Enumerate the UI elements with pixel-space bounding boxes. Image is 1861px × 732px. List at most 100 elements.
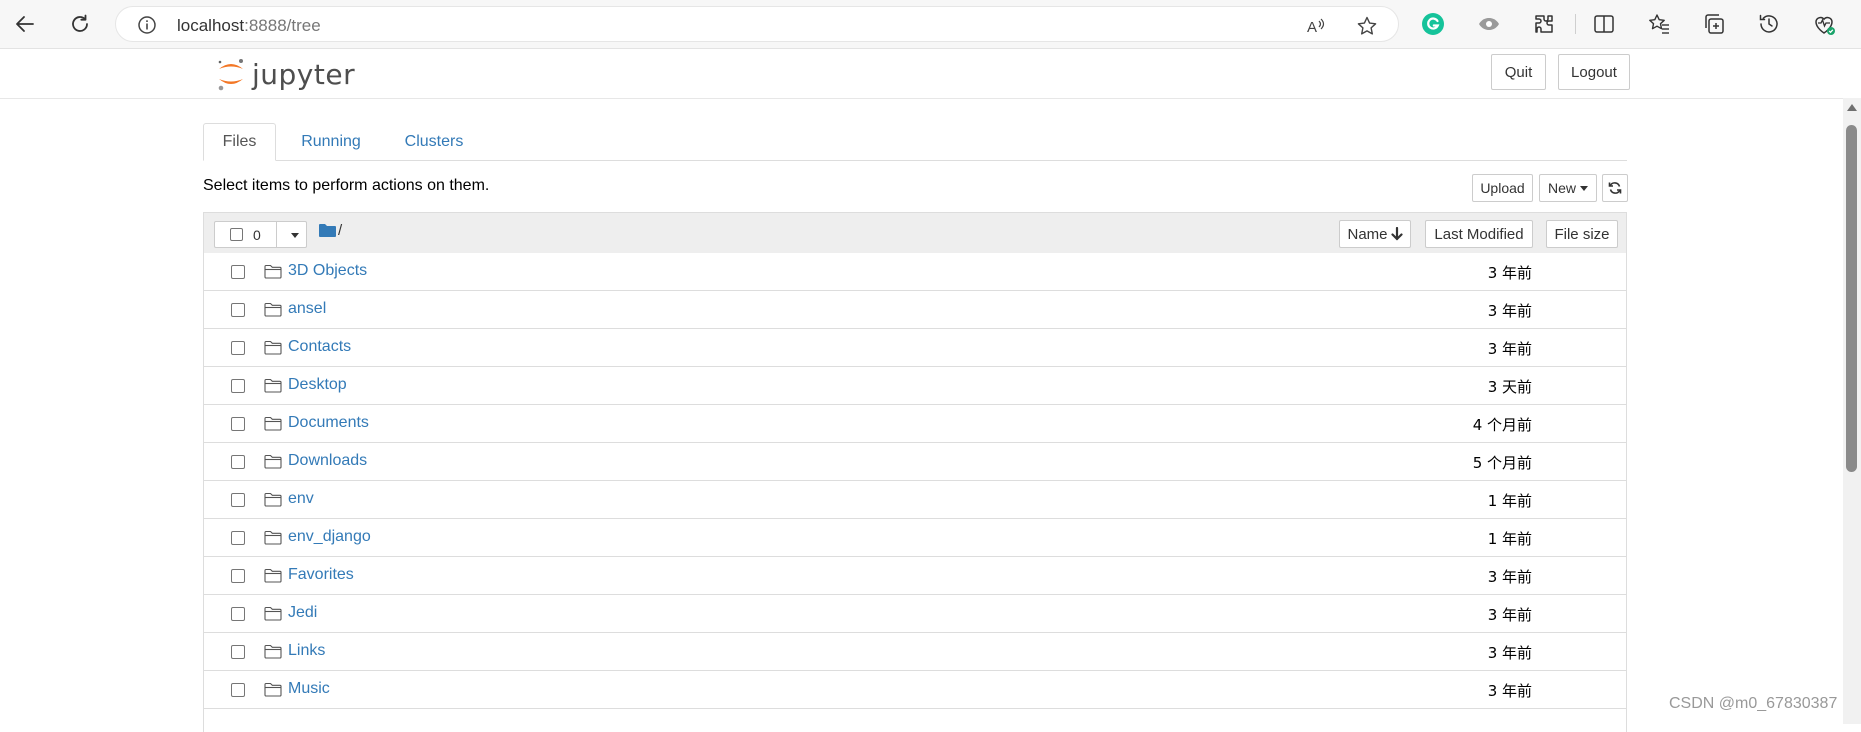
row-checkbox[interactable]	[231, 531, 245, 545]
logout-button[interactable]: Logout	[1558, 54, 1630, 90]
row-checkbox[interactable]	[231, 493, 245, 507]
folder-icon	[264, 682, 282, 697]
browser-toolbar: localhost:8888/tree A	[0, 0, 1861, 49]
folder-icon	[264, 340, 282, 355]
list-item[interactable]: ansel 3 年前	[204, 291, 1626, 329]
folder-icon	[264, 492, 282, 507]
refresh-button[interactable]	[63, 7, 97, 41]
list-header: 0 / Name Last Modified File size	[204, 213, 1626, 254]
item-last-modified: 3 年前	[1487, 644, 1532, 662]
item-name-link[interactable]: env_django	[288, 528, 371, 546]
row-checkbox[interactable]	[231, 265, 245, 279]
sort-by-last-modified-button[interactable]: Last Modified	[1425, 220, 1533, 248]
eye-extension-icon[interactable]	[1477, 12, 1501, 36]
list-item[interactable]: Documents 4 个月前	[204, 405, 1626, 443]
item-last-modified: 3 年前	[1487, 264, 1532, 282]
folder-icon	[264, 568, 282, 583]
new-dropdown-button[interactable]: New	[1539, 174, 1597, 202]
row-checkbox[interactable]	[231, 607, 245, 621]
name-sort-label: Name	[1347, 225, 1388, 243]
item-name-link[interactable]: Jedi	[288, 604, 317, 622]
svg-text:A: A	[1307, 19, 1317, 36]
scrollbar-thumb[interactable]	[1846, 125, 1857, 472]
refresh-icon	[1608, 182, 1622, 194]
site-info-icon[interactable]	[137, 15, 157, 35]
list-item[interactable]: Contacts 3 年前	[204, 329, 1626, 367]
tab-files[interactable]: Files	[203, 123, 276, 161]
upload-button[interactable]: Upload	[1472, 174, 1533, 202]
item-last-modified: 3 年前	[1487, 568, 1532, 586]
select-all-checkbox[interactable]	[230, 228, 243, 241]
refresh-list-button[interactable]	[1602, 174, 1628, 202]
tab-running[interactable]: Running	[284, 123, 378, 160]
item-name-link[interactable]: Music	[288, 680, 330, 698]
instructions-text: Select items to perform actions on them.	[203, 177, 490, 194]
item-name-link[interactable]: Links	[288, 642, 325, 660]
url-text[interactable]: localhost:8888/tree	[177, 16, 321, 36]
row-checkbox[interactable]	[231, 683, 245, 697]
item-name-link[interactable]: Favorites	[288, 566, 354, 584]
list-item[interactable]: Links 3 年前	[204, 633, 1626, 671]
folder-icon	[264, 378, 282, 393]
item-name-link[interactable]: 3D Objects	[288, 262, 367, 280]
item-last-modified: 3 年前	[1487, 302, 1532, 320]
select-menu-chevron-down-icon[interactable]	[291, 233, 299, 238]
item-name-link[interactable]: ansel	[288, 300, 326, 318]
jupyter-logo[interactable]: jupyter	[216, 54, 355, 94]
scroll-up-arrow-icon[interactable]	[1847, 104, 1857, 111]
collections-icon[interactable]	[1702, 12, 1726, 36]
favorites-icon[interactable]	[1647, 12, 1671, 36]
breadcrumb[interactable]: /	[338, 222, 342, 239]
split-screen-icon[interactable]	[1592, 12, 1616, 36]
row-checkbox[interactable]	[231, 417, 245, 431]
row-checkbox[interactable]	[231, 341, 245, 355]
folder-icon	[264, 416, 282, 431]
toolbar-divider	[1575, 14, 1576, 34]
row-checkbox[interactable]	[231, 379, 245, 393]
new-label: New	[1547, 180, 1576, 196]
row-checkbox[interactable]	[231, 569, 245, 583]
row-checkbox[interactable]	[231, 303, 245, 317]
item-last-modified: 3 年前	[1487, 606, 1532, 624]
read-aloud-icon[interactable]: A	[1305, 15, 1327, 37]
extensions-icon[interactable]	[1532, 12, 1556, 36]
tab-clusters[interactable]: Clusters	[389, 123, 479, 160]
watermark-text: CSDN @m0_67830387	[1669, 695, 1838, 712]
sort-by-name-button[interactable]: Name	[1339, 220, 1411, 248]
refresh-icon	[72, 14, 88, 32]
select-all-group[interactable]: 0	[214, 221, 307, 248]
list-item[interactable]: Music 3 年前	[204, 671, 1626, 709]
list-item[interactable]: env 1 年前	[204, 481, 1626, 519]
back-button[interactable]	[8, 7, 42, 41]
item-name-link[interactable]: env	[288, 490, 314, 508]
folder-icon	[264, 606, 282, 621]
quit-button[interactable]: Quit	[1491, 54, 1546, 90]
list-item[interactable]: Desktop 3 天前	[204, 367, 1626, 405]
item-name-link[interactable]: Documents	[288, 414, 369, 432]
list-item[interactable]: env_django 1 年前	[204, 519, 1626, 557]
address-bar[interactable]: localhost:8888/tree A	[115, 6, 1399, 42]
item-name-link[interactable]: Contacts	[288, 338, 351, 356]
item-last-modified: 4 个月前	[1472, 416, 1532, 434]
history-icon[interactable]	[1757, 12, 1781, 36]
sort-by-file-size-button[interactable]: File size	[1546, 220, 1618, 248]
item-last-modified: 3 年前	[1487, 682, 1532, 700]
grammarly-icon[interactable]	[1421, 12, 1445, 36]
list-item[interactable]: Jedi 3 年前	[204, 595, 1626, 633]
folder-icon[interactable]	[319, 223, 336, 237]
list-item[interactable]: Downloads 5 个月前	[204, 443, 1626, 481]
row-checkbox[interactable]	[231, 645, 245, 659]
folder-icon	[264, 264, 282, 279]
favorite-star-icon[interactable]	[1356, 15, 1378, 37]
chevron-down-icon	[1580, 185, 1588, 191]
list-item[interactable]: 3D Objects 3 年前	[204, 253, 1626, 291]
item-name-link[interactable]: Desktop	[288, 376, 347, 394]
jupyter-logo-icon	[218, 59, 243, 91]
jupyter-header: jupyter Quit Logout	[0, 49, 1843, 99]
browser-essentials-icon[interactable]	[1812, 12, 1836, 36]
item-name-link[interactable]: Downloads	[288, 452, 367, 470]
list-item[interactable]: Favorites 3 年前	[204, 557, 1626, 595]
arrow-down-icon	[1390, 227, 1403, 241]
row-checkbox[interactable]	[231, 455, 245, 469]
folder-icon	[264, 454, 282, 469]
